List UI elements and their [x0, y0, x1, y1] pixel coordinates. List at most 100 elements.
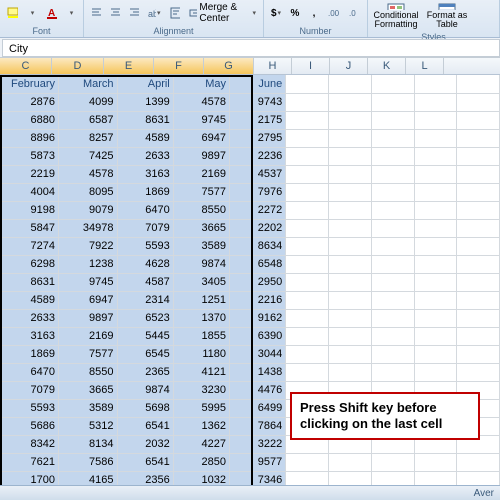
data-cell[interactable]: 3665 [173, 219, 229, 237]
data-cell[interactable]: 8634 [230, 237, 286, 255]
data-cell[interactable]: 3589 [173, 237, 229, 255]
data-cell[interactable]: 2314 [117, 291, 173, 309]
data-cell[interactable]: 8631 [117, 111, 173, 129]
data-cell[interactable]: 2633 [117, 147, 173, 165]
data-cell[interactable] [371, 147, 414, 165]
data-cell[interactable] [414, 201, 457, 219]
data-cell[interactable] [286, 111, 329, 129]
data-cell[interactable] [414, 165, 457, 183]
data-cell[interactable] [457, 201, 500, 219]
data-cell[interactable]: 5698 [117, 399, 173, 417]
data-cell[interactable]: 1180 [173, 345, 229, 363]
data-cell[interactable]: 6541 [117, 417, 173, 435]
col-header-E[interactable]: E [104, 58, 154, 74]
data-cell[interactable] [457, 345, 500, 363]
data-cell[interactable]: 6499 [230, 399, 286, 417]
data-cell[interactable] [457, 309, 500, 327]
data-cell[interactable]: 7621 [0, 453, 59, 471]
data-cell[interactable]: 2850 [173, 453, 229, 471]
data-cell[interactable]: 8342 [0, 435, 59, 453]
data-cell[interactable] [329, 111, 372, 129]
data-cell[interactable]: 7577 [59, 345, 118, 363]
data-cell[interactable] [286, 237, 329, 255]
column-headers[interactable]: CDEFGHIJKL [0, 58, 500, 75]
data-cell[interactable] [286, 363, 329, 381]
data-cell[interactable] [329, 327, 372, 345]
data-cell[interactable] [414, 147, 457, 165]
wrap-text-button[interactable] [167, 5, 183, 21]
data-cell[interactable]: 5312 [59, 417, 118, 435]
data-cell[interactable]: 1399 [117, 93, 173, 111]
data-cell[interactable]: 5686 [0, 417, 59, 435]
data-cell[interactable] [329, 147, 372, 165]
data-cell[interactable]: 6470 [0, 363, 59, 381]
data-cell[interactable] [329, 129, 372, 147]
col-header-C[interactable]: C [0, 58, 52, 74]
data-cell[interactable]: 2032 [117, 435, 173, 453]
data-cell[interactable]: 1362 [173, 417, 229, 435]
data-cell[interactable] [414, 183, 457, 201]
col-header-I[interactable]: I [292, 58, 330, 74]
data-cell[interactable] [371, 183, 414, 201]
header-cell[interactable]: June [230, 75, 286, 93]
decrease-decimal-button[interactable]: .0 [346, 5, 364, 21]
data-cell[interactable] [286, 93, 329, 111]
data-cell[interactable] [457, 327, 500, 345]
data-cell[interactable]: 2169 [173, 165, 229, 183]
col-header-L[interactable]: L [406, 58, 444, 74]
data-cell[interactable]: 3163 [0, 327, 59, 345]
data-cell[interactable] [371, 453, 414, 471]
header-cell[interactable]: May [173, 75, 229, 93]
data-cell[interactable]: 9874 [117, 381, 173, 399]
formula-bar-input[interactable]: City [2, 39, 500, 57]
col-header-G[interactable]: G [204, 58, 254, 74]
data-cell[interactable]: 7079 [0, 381, 59, 399]
align-top-button[interactable] [88, 5, 104, 21]
data-cell[interactable] [371, 255, 414, 273]
header-cell[interactable] [371, 75, 414, 93]
data-cell[interactable]: 7922 [59, 237, 118, 255]
header-cell[interactable]: March [59, 75, 118, 93]
data-cell[interactable]: 7577 [173, 183, 229, 201]
data-cell[interactable]: 6587 [59, 111, 118, 129]
data-cell[interactable] [414, 291, 457, 309]
data-cell[interactable]: 4121 [173, 363, 229, 381]
data-cell[interactable]: 7425 [59, 147, 118, 165]
data-cell[interactable]: 2272 [230, 201, 286, 219]
data-cell[interactable]: 6947 [59, 291, 118, 309]
data-cell[interactable]: 4578 [173, 93, 229, 111]
merge-center-button[interactable]: Merge & Center [186, 5, 259, 21]
data-cell[interactable]: 6545 [117, 345, 173, 363]
data-cell[interactable]: 6548 [230, 255, 286, 273]
data-cell[interactable]: 9743 [230, 93, 286, 111]
data-cell[interactable]: 1855 [173, 327, 229, 345]
data-cell[interactable] [457, 111, 500, 129]
data-cell[interactable] [457, 453, 500, 471]
data-cell[interactable]: 7079 [117, 219, 173, 237]
font-color-dropdown[interactable] [63, 5, 79, 21]
data-cell[interactable] [286, 183, 329, 201]
data-cell[interactable]: 4589 [0, 291, 59, 309]
data-cell[interactable]: 7864 [230, 417, 286, 435]
data-cell[interactable] [329, 93, 372, 111]
data-cell[interactable] [371, 111, 414, 129]
data-cell[interactable]: 8550 [173, 201, 229, 219]
data-cell[interactable]: 9897 [59, 309, 118, 327]
data-cell[interactable] [371, 93, 414, 111]
data-cell[interactable]: 6523 [117, 309, 173, 327]
data-cell[interactable]: 9079 [59, 201, 118, 219]
data-cell[interactable] [329, 201, 372, 219]
data-cell[interactable] [414, 129, 457, 147]
data-cell[interactable] [414, 273, 457, 291]
data-cell[interactable]: 8257 [59, 129, 118, 147]
data-cell[interactable]: 2633 [0, 309, 59, 327]
col-header-K[interactable]: K [368, 58, 406, 74]
col-header-J[interactable]: J [330, 58, 368, 74]
data-cell[interactable]: 1438 [230, 363, 286, 381]
data-cell[interactable]: 6470 [117, 201, 173, 219]
data-cell[interactable] [414, 453, 457, 471]
data-cell[interactable] [329, 453, 372, 471]
data-cell[interactable]: 2216 [230, 291, 286, 309]
col-header-H[interactable]: H [254, 58, 292, 74]
data-cell[interactable] [371, 237, 414, 255]
